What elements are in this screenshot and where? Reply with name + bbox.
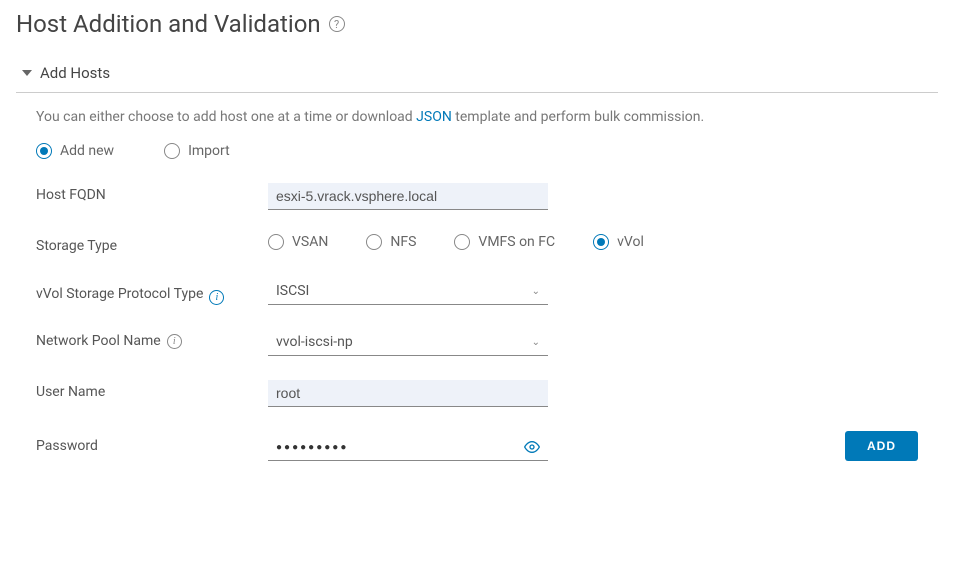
- intro-text: You can either choose to add host one at…: [36, 109, 918, 125]
- radio-label-import: Import: [188, 143, 230, 159]
- network-pool-value: vvol-iscsi-np: [276, 334, 353, 350]
- radio-icon: [268, 234, 284, 250]
- label-network-pool-text: Network Pool Name: [36, 333, 161, 349]
- mode-radio-group: Add new Import: [36, 143, 918, 159]
- radio-icon: [454, 234, 470, 250]
- add-button[interactable]: ADD: [845, 431, 918, 461]
- vvol-protocol-select[interactable]: ISCSI ⌄: [268, 278, 548, 305]
- radio-label-add-new: Add new: [60, 143, 114, 159]
- radio-vvol[interactable]: vVol: [593, 234, 644, 250]
- label-password: Password: [36, 434, 268, 454]
- radio-import[interactable]: Import: [164, 143, 230, 159]
- label-vvol-protocol: vVol Storage Protocol Type i: [36, 278, 268, 305]
- page-title-text: Host Addition and Validation: [16, 10, 321, 38]
- network-pool-select[interactable]: vvol-iscsi-np ⌄: [268, 329, 548, 356]
- section-title: Add Hosts: [40, 64, 110, 82]
- radio-label-vsan: VSAN: [292, 234, 328, 250]
- host-fqdn-input[interactable]: [268, 183, 548, 210]
- user-name-input[interactable]: [268, 380, 548, 407]
- radio-vsan[interactable]: VSAN: [268, 234, 328, 250]
- radio-label-vvol: vVol: [617, 234, 644, 250]
- label-user-name: User Name: [36, 380, 268, 400]
- radio-vmfs-fc[interactable]: VMFS on FC: [454, 234, 555, 250]
- radio-icon: [36, 143, 52, 159]
- help-icon[interactable]: ?: [329, 16, 345, 32]
- chevron-down-icon: ⌄: [532, 286, 540, 297]
- eye-icon[interactable]: [524, 439, 540, 455]
- json-link[interactable]: JSON: [416, 109, 452, 125]
- label-storage-type: Storage Type: [36, 234, 268, 254]
- radio-icon: [593, 234, 609, 250]
- chevron-down-icon: [22, 70, 32, 76]
- info-icon[interactable]: i: [167, 334, 182, 349]
- page-title: Host Addition and Validation ?: [16, 10, 938, 38]
- chevron-down-icon: ⌄: [532, 337, 540, 348]
- intro-suffix: template and perform bulk commission.: [452, 109, 704, 125]
- vvol-protocol-value: ISCSI: [276, 283, 309, 299]
- radio-nfs[interactable]: NFS: [366, 234, 416, 250]
- radio-label-vmfs-fc: VMFS on FC: [478, 234, 555, 250]
- password-masked: ●●●●●●●●●: [276, 442, 524, 453]
- label-vvol-protocol-text: vVol Storage Protocol Type: [36, 286, 203, 302]
- label-network-pool: Network Pool Name i: [36, 329, 268, 349]
- section-header-add-hosts[interactable]: Add Hosts: [16, 58, 938, 93]
- radio-add-new[interactable]: Add new: [36, 143, 114, 159]
- intro-prefix: You can either choose to add host one at…: [36, 109, 416, 125]
- radio-label-nfs: NFS: [390, 234, 416, 250]
- storage-type-radio-group: VSAN NFS VMFS on FC vVol: [268, 234, 918, 250]
- radio-icon: [366, 234, 382, 250]
- radio-icon: [164, 143, 180, 159]
- info-icon[interactable]: i: [209, 290, 224, 305]
- label-host-fqdn: Host FQDN: [36, 183, 268, 203]
- password-input[interactable]: ●●●●●●●●●: [268, 434, 548, 461]
